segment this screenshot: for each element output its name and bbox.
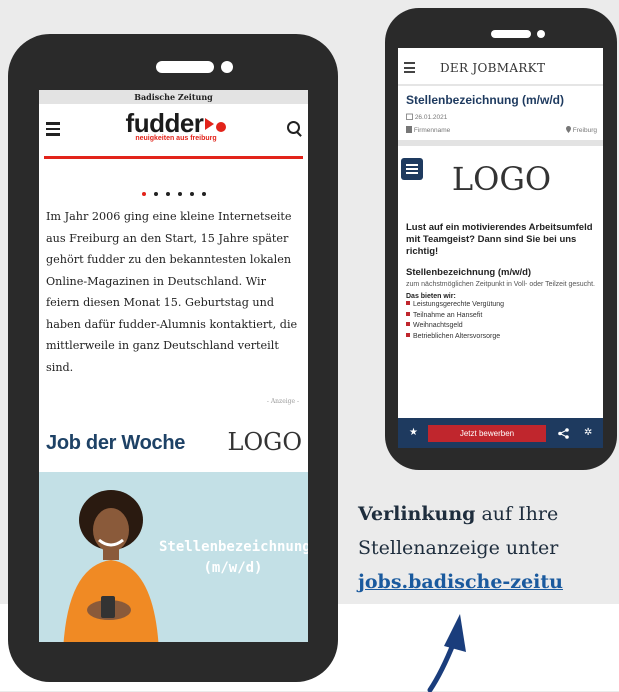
company: Firmenname — [406, 126, 451, 134]
job-of-week-title: Job der Woche — [46, 432, 186, 454]
benefit-item: Betrieblichen Altersvorsorge — [406, 332, 597, 343]
job-of-week-banner[interactable]: Job der Woche LOGO — [39, 420, 308, 464]
gear-icon[interactable]: ✲ — [584, 418, 592, 448]
ad-label: - Anzeige - — [266, 398, 299, 405]
job-lead-text: Lust auf ein motivierendes Arbeitsumfeld… — [406, 222, 593, 257]
logo-dot-icon — [216, 122, 227, 132]
play-icon — [205, 118, 215, 130]
star-icon[interactable]: ★ — [409, 418, 418, 448]
job-details: LOGO Lust auf ein motivierendes Arbeitsu… — [398, 146, 603, 342]
carousel-dot[interactable] — [189, 191, 194, 196]
job-card: Stellenbezeichnung (m/w/d) 26.01.2021 Fi… — [398, 86, 603, 146]
company-logo: LOGO — [227, 428, 302, 456]
job-meta: Firmenname Freiburg — [406, 126, 597, 134]
person-illustration — [63, 490, 159, 642]
carousel-dot[interactable] — [153, 191, 158, 196]
arrow-icon — [427, 614, 466, 692]
phone-speaker — [156, 61, 214, 73]
phone-speaker — [491, 30, 531, 38]
phone-frame-right: DER JOBMARKT Stellenbezeichnung (m/w/d) … — [385, 8, 617, 470]
benefit-item: Weihnachtsgeld — [406, 321, 597, 332]
position-title: Stellenbezeichnung (m/w/d) — [406, 267, 532, 278]
job-ad-image[interactable]: Stellenbezeichnung (m/w/d) — [39, 472, 308, 642]
benefit-item: Leistungsgerechte Vergütung — [406, 300, 597, 311]
location-name: Freiburg — [572, 127, 597, 134]
header-divider — [44, 156, 303, 159]
share-icon[interactable] — [558, 428, 569, 439]
calendar-icon — [406, 113, 413, 120]
apply-button[interactable]: Jetzt bewerben — [428, 425, 546, 442]
logo-wordmark: fudder — [125, 108, 204, 138]
phone-camera — [537, 30, 545, 38]
menu-icon[interactable] — [404, 62, 415, 76]
benefits-heading: Das bieten wir: — [406, 293, 456, 300]
job-date: 26.01.2021 — [406, 113, 597, 121]
fudder-logo[interactable]: fudder neuigkeiten aus freiburg — [111, 110, 241, 142]
site-header: fudder neuigkeiten aus freiburg — [39, 104, 308, 156]
caption-link[interactable]: jobs.badische-zeitu — [358, 565, 563, 599]
list-icon[interactable] — [401, 158, 423, 180]
job-image-caption: Stellenbezeichnung (m/w/d) — [159, 537, 308, 579]
carousel-dot[interactable] — [165, 191, 170, 196]
newspaper-bar[interactable]: Badische Zeitung — [39, 90, 308, 104]
phone-camera — [221, 61, 233, 73]
article-text: Im Jahr 2006 ging eine kleine Internetse… — [46, 210, 298, 374]
job-image-gender: (m/w/d) — [203, 560, 263, 576]
phone-frame-left: Badische Zeitung fudder neuigkeiten aus … — [8, 34, 338, 682]
caption-bold: Verlinkung — [358, 503, 476, 525]
action-bar: ★ Jetzt bewerben ✲ — [398, 418, 603, 448]
carousel-dots[interactable] — [39, 183, 308, 196]
caption-line1: auf Ihre — [475, 503, 559, 525]
location: Freiburg — [565, 126, 597, 134]
caption-text: Verlinkung auf Ihre Stellenanzeige unter… — [358, 497, 563, 599]
menu-icon[interactable] — [46, 122, 60, 139]
company-logo: LOGO — [451, 160, 552, 198]
job-title: Stellenbezeichnung (m/w/d) — [406, 93, 565, 107]
search-icon[interactable] — [287, 121, 300, 134]
job-image-title: Stellenbezeichnung — [159, 539, 308, 555]
carousel-dot[interactable] — [177, 191, 182, 196]
carousel-dot[interactable] — [201, 191, 206, 196]
caption-line2: Stellenanzeige unter — [358, 537, 559, 559]
company-name: Firmenname — [413, 127, 451, 134]
building-icon — [406, 126, 412, 133]
jobmarkt-header: DER JOBMARKT — [398, 48, 603, 86]
jobmarkt-screen: DER JOBMARKT Stellenbezeichnung (m/w/d) … — [398, 48, 603, 448]
jobmarkt-title[interactable]: DER JOBMARKT — [440, 61, 545, 75]
fudder-screen: Badische Zeitung fudder neuigkeiten aus … — [39, 90, 308, 642]
benefit-item: Teilnahme an Hansefit — [406, 311, 597, 322]
location-pin-icon — [565, 126, 571, 133]
job-date-value: 26.01.2021 — [414, 114, 448, 121]
carousel-dot[interactable] — [141, 191, 146, 196]
position-description: zum nächstmöglichen Zeitpunkt in Voll- o… — [406, 281, 595, 288]
